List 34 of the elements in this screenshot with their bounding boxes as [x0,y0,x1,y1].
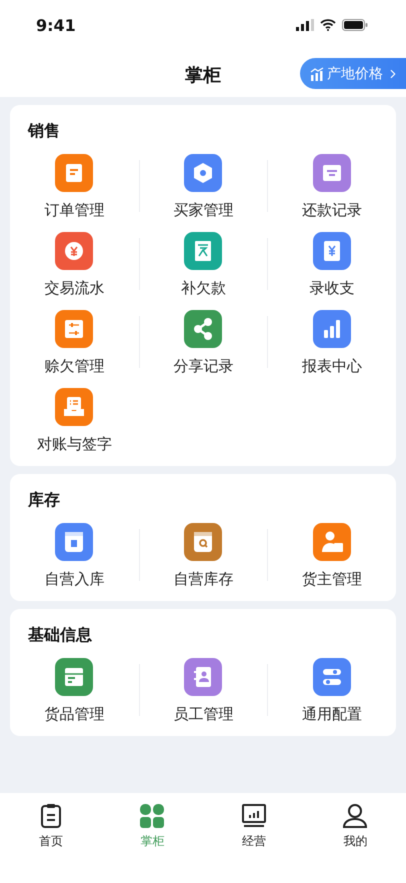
status-time: 9:41 [36,16,76,34]
clipboard-icon [38,803,63,829]
chart-icon [310,66,324,80]
tab[interactable]: 首页 [0,803,102,850]
menu-item[interactable]: 还款记录 [302,154,362,220]
menu-item[interactable]: 员工管理 [173,658,234,724]
tab[interactable]: 我的 [304,803,406,850]
page-title: 掌柜 [185,64,221,86]
menu-item[interactable]: 自营库存 [173,523,234,589]
origin-price-button[interactable]: 产地价格 [300,58,406,89]
menu-item[interactable]: 订单管理 [44,154,104,220]
tab[interactable]: 掌柜 [102,803,203,850]
section-title: 库存 [28,490,61,511]
menu-item[interactable]: 买家管理 [173,154,234,220]
wifi-icon [320,19,336,31]
menu-item[interactable]: 报表中心 [302,310,362,376]
menu-item[interactable]: 补欠款 [180,232,226,298]
menu-item[interactable]: 货品管理 [44,658,104,724]
monitor-chart-icon [240,803,267,829]
menu-item[interactable]: 对账与签字 [36,388,112,454]
menu-item[interactable]: 交易流水 [44,232,104,298]
person-icon [342,803,368,829]
menu-item[interactable]: 分享记录 [173,310,234,376]
menu-item[interactable]: 自营入库 [44,523,104,589]
section-title: 销售 [28,121,61,142]
battery-icon [342,19,368,31]
menu-item[interactable]: 赊欠管理 [44,310,104,376]
grid-icon [139,803,166,829]
section-title: 基础信息 [28,625,93,646]
menu-item[interactable]: 录收支 [310,232,355,298]
menu-item[interactable]: 货主管理 [302,523,362,589]
signal-icon [296,19,314,31]
tab[interactable]: 经营 [203,803,304,850]
menu-item[interactable]: 通用配置 [302,658,362,724]
